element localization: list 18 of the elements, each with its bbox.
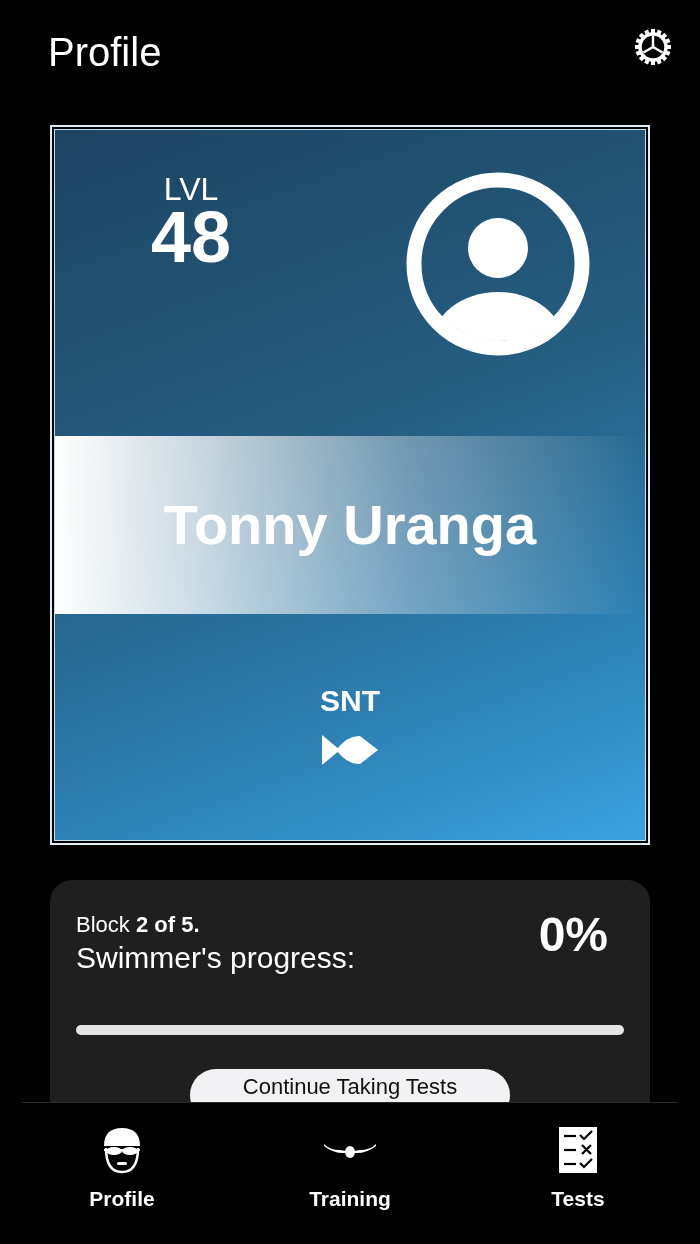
progress-caption: Swimmer's progress: [76,941,356,975]
tab-profile[interactable]: Profile [22,1125,222,1244]
checklist-icon [558,1126,598,1174]
page-title: Profile [48,29,162,76]
avatar-icon [406,172,590,356]
progress-percent: 0% [538,908,608,962]
group-label: SNT [320,683,380,719]
settings-icon [634,28,672,66]
level-label: LVL [162,172,220,206]
continue-button[interactable]: Continue Taking Tests [190,1069,510,1102]
tab-training[interactable]: Training [250,1125,450,1244]
fish-icon [320,733,380,767]
swimmer-icon [102,1126,142,1174]
block-text: Block 2 of 5. [76,911,201,939]
settings-button[interactable] [634,28,672,66]
swimmer-name: Tonny Uranga [163,492,537,558]
tab-tests[interactable]: Tests [478,1125,678,1244]
level-number: 48 [151,206,232,268]
